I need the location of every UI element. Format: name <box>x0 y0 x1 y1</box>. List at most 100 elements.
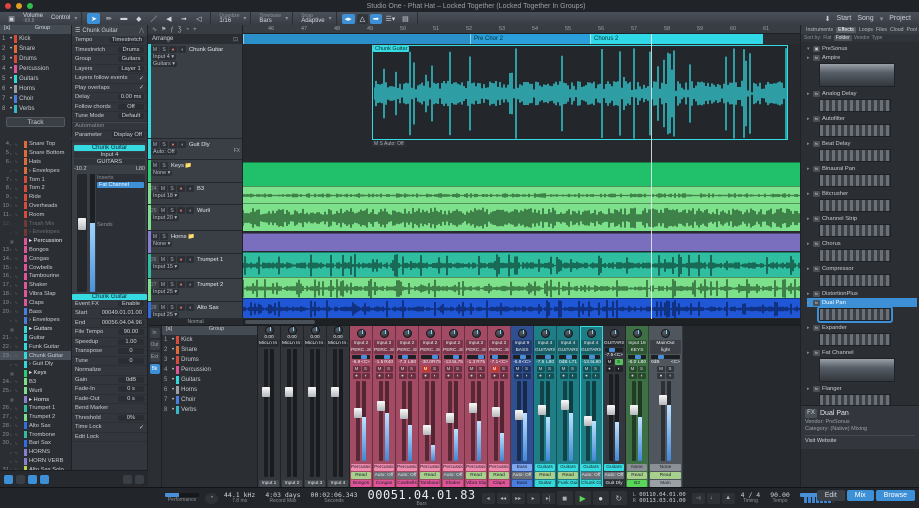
gain-knob[interactable] <box>517 328 527 338</box>
channel-mute-button[interactable]: M <box>628 366 637 372</box>
channel-input-label[interactable]: Input 2 <box>374 340 394 347</box>
mute-button[interactable]: M <box>159 281 167 288</box>
track-list-item[interactable]: 6 • ∿ Hats <box>0 158 71 167</box>
mixer-channel-guitar[interactable]: Input 4 GUITARS -7.5 L80 M S ● ◖ Guitars Read Guit… <box>534 326 557 487</box>
gain-knob[interactable] <box>632 328 642 338</box>
effect-item[interactable]: ▸ fx Chorus <box>807 239 919 248</box>
param-mode[interactable]: Control <box>51 15 70 21</box>
automation-mode[interactable]: Auto: Off <box>151 149 177 155</box>
track-list-item[interactable]: 28 • ∿ Alto Sax <box>0 422 71 431</box>
track-ms-dots[interactable]: • ∿ <box>10 450 24 455</box>
channel-mute-button[interactable]: M <box>352 366 361 372</box>
channel-output-label[interactable]: PERC..SION <box>443 347 463 354</box>
channel-name-badge[interactable]: Tambourine <box>420 480 440 487</box>
gain-knob[interactable] <box>563 328 573 338</box>
marker-region[interactable]: Pre Chor 2 <box>470 34 590 44</box>
track-ms-dots[interactable]: • ∿ <box>10 309 24 314</box>
track-ms-dots[interactable]: • ∿ <box>10 151 24 156</box>
browser-tab-effects[interactable]: Effects <box>836 26 856 33</box>
pan-slider[interactable] <box>536 355 554 359</box>
channel-name-badge[interactable]: Guit Dly <box>604 480 624 487</box>
expand-caret-icon[interactable]: ▸ <box>807 166 811 172</box>
gain-knob[interactable] <box>310 326 320 335</box>
automation-badge[interactable]: Read <box>535 472 555 479</box>
chevron-down-icon[interactable]: ▾ <box>74 15 77 22</box>
track-ms-dots[interactable]: • ∿ <box>10 159 24 164</box>
channel-fader[interactable] <box>262 349 270 477</box>
arrange-track-header[interactable]: 26 M S ● ◖ Trumpet 1 Input 15 ▾ <box>148 254 242 279</box>
channel-output-label[interactable]: PERC..SION <box>374 347 394 354</box>
tool-6-icon[interactable]: ➟ <box>177 13 190 24</box>
channel-output-label[interactable]: GUITARS <box>535 347 555 354</box>
console-group-item[interactable]: 5 • Guitars <box>162 375 257 385</box>
song-page-button[interactable]: Song <box>857 15 873 22</box>
gain-knob[interactable] <box>402 328 412 338</box>
group-item[interactable]: 3 • Drums <box>0 54 71 64</box>
track-list-item[interactable]: • ∿ › Envelopes <box>0 316 71 325</box>
gain-knob[interactable] <box>356 328 366 338</box>
browser-tab-files[interactable]: Files <box>876 27 887 33</box>
track-list-item[interactable]: ▦ ▸ Percussion <box>0 237 71 246</box>
group-badge[interactable]: Percussion <box>466 464 486 471</box>
group-active-dot[interactable]: • <box>172 337 174 343</box>
channel-solo-button[interactable]: S <box>614 359 623 365</box>
gain-icon[interactable]: Ʒ <box>178 27 182 33</box>
channel-name-badge[interactable]: B3 <box>627 480 647 487</box>
track-input-select[interactable]: Input 20 ▾ <box>151 215 180 221</box>
expand-caret-icon[interactable]: ▸ <box>807 191 811 197</box>
track-list-item[interactable]: 27 • ∿ Trumpet 2 <box>0 413 71 422</box>
track-list-item[interactable]: 25 • ∿ Wurli <box>0 386 71 395</box>
track-ms-dots[interactable]: • ∿ <box>10 379 24 384</box>
automation-badge[interactable]: Auto: Off <box>443 472 463 479</box>
group-item[interactable]: 1 • Kick <box>0 34 71 44</box>
group-badge[interactable]: None <box>627 464 647 471</box>
group-active-dot[interactable]: • <box>172 357 174 363</box>
channel-solo-button[interactable]: S <box>430 366 439 372</box>
console-group-item[interactable]: 6 • Horns <box>162 385 257 395</box>
effect-item[interactable]: ▸ fx Ampire <box>807 53 919 62</box>
track-list-item[interactable]: 13 • ∿ Bongos <box>0 246 71 255</box>
filter-fx-icon[interactable] <box>40 474 49 484</box>
group-active-dot[interactable]: • <box>172 397 174 403</box>
expand-caret-icon[interactable]: ▸ <box>807 241 811 247</box>
channel-fader[interactable] <box>658 381 667 461</box>
track-list-item[interactable]: 15 • ∿ Cowbells <box>0 263 71 272</box>
filter-audio-icon[interactable] <box>4 474 13 484</box>
end-button[interactable]: ▸| <box>541 492 555 504</box>
solo-button[interactable]: S <box>160 162 168 169</box>
channel-input[interactable]: Input 4 <box>74 151 145 158</box>
pan-slider[interactable] <box>398 355 416 359</box>
channel-solo-button[interactable]: S <box>499 366 508 372</box>
mute-button[interactable]: M <box>159 207 167 214</box>
expand-caret-icon[interactable]: ▾ <box>807 46 811 52</box>
effect-thumbnail[interactable] <box>819 249 891 262</box>
tool-7-icon[interactable]: ◁ <box>192 13 205 24</box>
group-active-dot[interactable]: • <box>10 86 12 92</box>
channel-mute-button[interactable]: M <box>657 366 665 372</box>
effect-item[interactable]: ▸ fx Expander <box>807 323 919 332</box>
pan-slider[interactable] <box>421 355 439 359</box>
bend-icon[interactable]: ∿ <box>152 26 157 33</box>
expand-caret-icon[interactable]: ▸ <box>807 266 811 272</box>
remove-track-icon[interactable] <box>135 474 144 484</box>
track-list-item[interactable]: 24 • ∿ B3 <box>0 378 71 387</box>
effect-thumbnail[interactable] <box>819 124 891 137</box>
effect-thumbnail[interactable] <box>819 224 891 237</box>
gain-knob[interactable] <box>471 328 481 338</box>
channel-fader[interactable] <box>515 381 523 461</box>
mix-view-button[interactable]: Mix <box>846 490 874 501</box>
group-badge[interactable]: Percussion <box>374 464 394 471</box>
channel-fader[interactable] <box>630 381 638 461</box>
quantize-dropdown[interactable]: Quantize 1/16 ▾ <box>211 12 252 25</box>
metronome-icon[interactable]: ▲ <box>721 492 735 504</box>
effect-item[interactable]: ▸ fx Autofilter <box>807 114 919 123</box>
inspector-row-value[interactable]: Drums <box>118 46 144 53</box>
channel-name-badge[interactable]: Claps <box>489 480 509 487</box>
channel-input-label[interactable]: Input 4 <box>535 340 555 347</box>
clip-ms-overlay[interactable]: M S Auto: Off <box>372 141 406 147</box>
save-icon[interactable]: ▤ <box>399 13 412 24</box>
track-list-item[interactable]: 16 • ∿ Tambourine <box>0 272 71 281</box>
effect-item[interactable]: ▸ fx Flanger <box>807 384 919 393</box>
channel-fader[interactable] <box>423 381 431 461</box>
track-ms-dots[interactable]: • ∿ <box>10 230 24 235</box>
